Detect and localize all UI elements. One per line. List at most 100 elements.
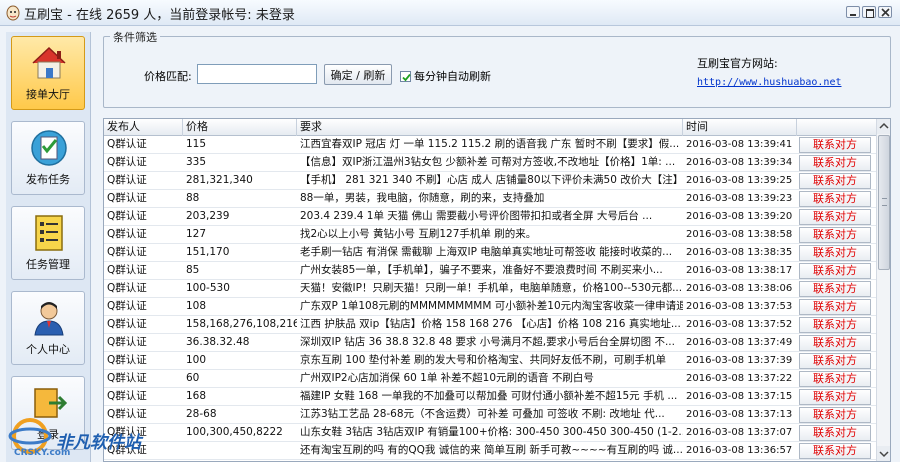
contact-button[interactable]: 联系对方 [799,155,871,171]
contact-button[interactable]: 联系对方 [799,425,871,441]
scroll-down-button[interactable] [877,446,890,461]
table-row[interactable]: Q群认证 108 广东双P 1单108元刷的MMMMMMMMM 可小额补差10元内淘… [104,298,876,316]
time-cell: 2016-03-08 13:37:13 [686,409,793,420]
requirement-cell: 京东互刷 100 垫付补差 刷的发大号和价格淘宝、共同好友低不刷，可刷手机单 [300,354,667,366]
watermark: 非凡软件站 CRSKY.com [4,414,154,458]
checkbox-checked-icon[interactable] [400,71,411,82]
time-cell: 2016-03-08 13:37:52 [686,319,793,330]
sidebar-item-personal-center[interactable]: 个人中心 [11,291,85,365]
price-cell: 281,321,340 [186,174,253,186]
sidebar-item-task-management[interactable]: 任务管理 [11,206,85,280]
table-row[interactable]: Q群认证 60 广州双IP2心店加消保 60 1单 补差不超10元刷的语音 不刷白号… [104,370,876,388]
sidebar-item-order-hall[interactable]: 接单大厅 [11,36,85,110]
table-row[interactable]: Q群认证 127 找2心以上小号 黄钻小号 互刷127手机单 刷的来。 2016-03… [104,226,876,244]
chevron-up-icon [879,122,889,129]
requirement-cell: 江西 护肤品 双ip【钻店】价格 158 168 276 【心店】价格 108 … [300,318,681,330]
close-icon [881,8,890,17]
close-button[interactable] [878,6,892,18]
contact-button[interactable]: 联系对方 [799,443,871,459]
time-cell: 2016-03-08 13:38:06 [686,283,793,294]
contact-button[interactable]: 联系对方 [799,353,871,369]
contact-button[interactable]: 联系对方 [799,137,871,153]
official-site-label: 互刷宝官方网站: [697,57,778,70]
time-cell: 2016-03-08 13:37:07 [686,427,793,438]
contact-button[interactable]: 联系对方 [799,335,871,351]
requirement-cell: 找2心以上小号 黄钻小号 互刷127手机单 刷的来。 [300,228,537,240]
time-cell: 2016-03-08 13:37:53 [686,301,793,312]
price-cell: 36.38.32.48 [186,336,250,348]
price-cell: 168 [186,390,207,402]
time-cell: 2016-03-08 13:39:23 [686,193,793,204]
table-row[interactable]: Q群认证 100,300,450,8222 山东女鞋 3钻店 3钻店双IP 有销量1… [104,424,876,442]
contact-button[interactable]: 联系对方 [799,371,871,387]
price-cell: 88 [186,192,200,204]
table-row[interactable]: Q群认证 36.38.32.48 深圳双IP 钻店 36 38.8 32.8 48 … [104,334,876,352]
contact-button[interactable]: 联系对方 [799,407,871,423]
scroll-up-button[interactable] [877,119,890,134]
column-header-time[interactable]: 时间 [683,119,797,136]
publisher-cell: Q群认证 [107,336,147,348]
contact-button[interactable]: 联系对方 [799,299,871,315]
title-bar: 互刷宝 - 在线 2659 人，当前登录帐号: 未登录 [0,0,900,26]
auto-refresh-checkbox[interactable]: 每分钟自动刷新 [400,68,491,84]
requirement-cell: 广州女装85一单，【手机单】，骗子不要来，准备好不要浪费时间 不刷买来小... [300,264,663,276]
contact-button[interactable]: 联系对方 [799,317,871,333]
time-cell: 2016-03-08 13:39:25 [686,175,793,186]
person-icon [34,302,64,336]
publisher-cell: Q群认证 [107,156,147,168]
watermark-subtext: CRSKY.com [14,448,71,458]
contact-button[interactable]: 联系对方 [799,281,871,297]
official-site-link[interactable]: http://www.hushuabao.net [697,77,842,88]
table-row[interactable]: Q群认证 88 88一单，男装，我电脑，你随意，刷的来，支持叠加 2016-03-08… [104,190,876,208]
table-row[interactable]: Q群认证 203,239 203.4 239.4 1单 天猫 佛山 需要截小号评价图… [104,208,876,226]
contact-button[interactable]: 联系对方 [799,191,871,207]
clipboard-check-icon [31,130,67,166]
sidebar-item-label: 接单大厅 [26,88,70,101]
price-cell: 100,300,450,8222 [186,426,283,438]
minimize-button[interactable] [846,6,860,18]
table-row[interactable]: Q群认证 还有淘宝互刷的吗 有的QQ我 诚信的来 简单互刷 新手可教~~~~有互刷… [104,442,876,460]
contact-button[interactable]: 联系对方 [799,209,871,225]
table-row[interactable]: Q群认证 100-530 天猫！安徽IP！只刷天猫！只刷一单！手机单，电脑单随意，价… [104,280,876,298]
table-row[interactable]: Q群认证 85 广州女装85一单，【手机单】，骗子不要来，准备好不要浪费时间 不刷买… [104,262,876,280]
contact-button[interactable]: 联系对方 [799,263,871,279]
table-row[interactable]: Q群认证 281,321,340 【手机】 281 321 340 不刷】心店 成人… [104,172,876,190]
time-cell: 2016-03-08 13:37:49 [686,337,793,348]
table-row[interactable]: Q群认证 168 福建IP 女鞋 168 一单我的不加叠可以帮加叠 可财付通小额补差… [104,388,876,406]
publisher-cell: Q群认证 [107,318,147,330]
table-header: 发布人 价格 要求 时间 [104,119,876,136]
time-cell: 2016-03-08 13:39:20 [686,211,793,222]
requirement-cell: 天猫！安徽IP！只刷天猫！只刷一单！手机单，电脑单随意，价格100--530元都… [300,282,683,294]
price-cell: 85 [186,264,200,276]
contact-button[interactable]: 联系对方 [799,173,871,189]
table-row[interactable]: Q群认证 151,170 老手刷一钻店 有消保 需截聊 上海双IP 电脑单真实地址可… [104,244,876,262]
column-header-price[interactable]: 价格 [183,119,297,136]
requirement-cell: 还有淘宝互刷的吗 有的QQ我 诚信的来 简单互刷 新手可教~~~~有互刷的吗 诚… [300,444,683,456]
publisher-cell: Q群认证 [107,138,147,150]
requirement-cell: 203.4 239.4 1单 天猫 佛山 需要截小号评价图带扣扣或者全屏 大号后… [300,210,653,222]
table-row[interactable]: Q群认证 28-68 江苏3钻工艺品 28-68元（不含运费）可补差 可叠加 可签收… [104,406,876,424]
table-row[interactable]: Q群认证 100 京东互刷 100 垫付补差 刷的发大号和价格淘宝、共同好友低不刷，… [104,352,876,370]
price-cell: 158,168,276,108,216 [186,318,297,330]
column-header-requirement[interactable]: 要求 [297,119,683,136]
price-match-input[interactable] [197,64,317,84]
sidebar: 接单大厅 发布任务 任务管理 个人中心 登录 [6,32,91,462]
price-match-label: 价格匹配: [144,70,192,83]
table-row[interactable]: Q群认证 158,168,276,108,216 江西 护肤品 双ip【钻店】价格 … [104,316,876,334]
vertical-scrollbar[interactable] [876,119,890,461]
contact-button[interactable]: 联系对方 [799,227,871,243]
table-row[interactable]: Q群认证 335 【信息】双IP浙江温州3钻女包 少额补差 可帮对方签收,不改地址【… [104,154,876,172]
column-header-publisher[interactable]: 发布人 [104,119,183,136]
refresh-button[interactable]: 确定 / 刷新 [324,64,392,85]
contact-button[interactable]: 联系对方 [799,245,871,261]
sidebar-item-publish-task[interactable]: 发布任务 [11,121,85,195]
table-row[interactable]: Q群认证 115 江西宜春双IP 冠店 灯 一单 115.2 115.2 刷的语音我… [104,136,876,154]
time-cell: 2016-03-08 13:39:41 [686,139,793,150]
publisher-cell: Q群认证 [107,192,147,204]
contact-button[interactable]: 联系对方 [799,389,871,405]
publisher-cell: Q群认证 [107,246,147,258]
requirement-cell: 江西宜春双IP 冠店 灯 一单 115.2 115.2 刷的语音我 广东 暂时不… [300,138,680,150]
maximize-button[interactable] [862,6,876,18]
filter-title: 条件筛选 [110,29,160,45]
scroll-thumb[interactable] [878,135,890,270]
